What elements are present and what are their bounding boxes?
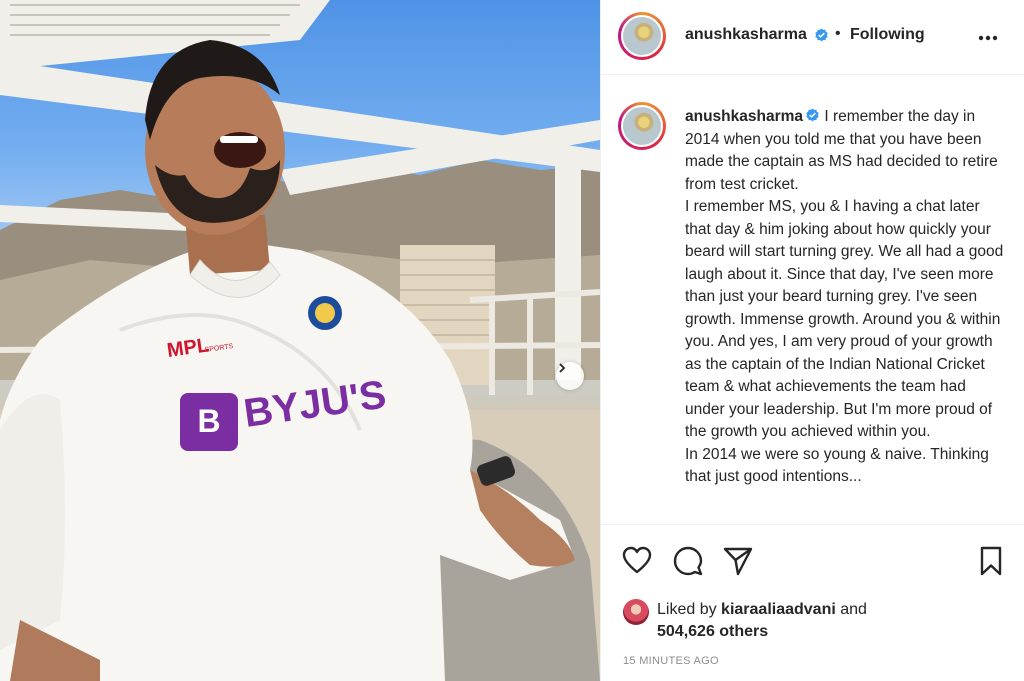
liker-username[interactable]: kiaraaliaadvani [721,601,836,618]
left-sleeve [0,394,65,650]
liked-by-prefix: Liked by [657,601,717,618]
byjus-logo-b: B [197,403,220,439]
liked-by-text: Liked by kiaraaliaadvani and [657,601,867,619]
teeth [220,136,258,143]
post-timestamp[interactable]: 15 MINUTES AGO [623,655,719,667]
post-header: anushkasharma • Following [601,0,1024,75]
post-caption: anushkasharma I remember the day in 2014… [685,106,1007,489]
photo-illustration: B BYJU'S MPL SPORTS [0,0,600,681]
following-button[interactable]: Following [850,26,925,44]
caption-section: anushkasharma I remember the day in 2014… [601,76,1024,524]
likes-count[interactable]: 504,626 others [657,623,768,641]
chevron-right-icon [559,363,566,373]
bookmark-icon[interactable] [975,545,1007,577]
liked-by-conj: and [840,601,867,618]
header-separator: • [835,25,841,42]
heart-icon[interactable] [621,545,653,577]
next-photo-button[interactable] [556,362,584,390]
post-actions: Liked by kiaraaliaadvani and 504,626 oth… [601,524,1024,681]
post-sidebar: anushkasharma • Following anushkasharma … [600,0,1024,681]
author-username[interactable]: anushkasharma [685,26,807,44]
author-avatar[interactable] [618,12,666,60]
more-options-icon[interactable] [976,28,1000,48]
post-photo[interactable]: B BYJU'S MPL SPORTS [0,0,600,681]
comment-icon[interactable] [672,545,704,577]
verified-badge-icon [806,108,819,122]
caption-username[interactable]: anushkasharma [685,108,803,125]
caption-author-avatar[interactable] [618,102,666,150]
paper-plane-icon[interactable] [722,545,754,577]
caption-text: I remember the day in 2014 when you told… [685,108,1004,485]
verified-badge-icon [815,28,828,42]
liker-avatar[interactable] [623,599,649,625]
